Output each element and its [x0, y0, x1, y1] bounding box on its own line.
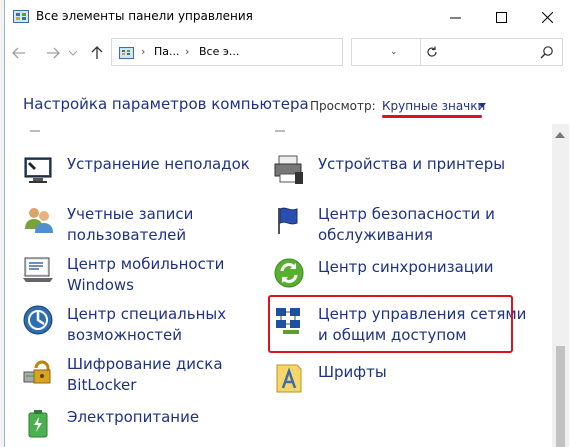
- item-label: Центр специальных возможностей: [67, 305, 227, 344]
- item-label: Электропитание: [67, 408, 200, 426]
- item-label: Шифрование диска BitLocker: [67, 355, 223, 394]
- partial-item-icon: [30, 130, 40, 132]
- scroll-up-icon[interactable]: [555, 132, 565, 138]
- breadcrumb-item[interactable]: Па...: [154, 45, 180, 58]
- dropdown-arrow-icon[interactable]: [478, 103, 486, 108]
- control-panel-app-icon: [13, 10, 29, 23]
- page-title: Настройка параметров компьютера: [23, 95, 309, 113]
- recent-locations-button[interactable]: [67, 43, 79, 63]
- address-bar[interactable]: › Па... › Все э... ⌄: [111, 38, 437, 66]
- item-label: Учетные записи пользователей: [67, 205, 194, 244]
- search-icon: [540, 46, 553, 59]
- user-accounts-icon: [25, 208, 53, 233]
- security-maintenance-icon: [278, 207, 298, 234]
- breadcrumb-separator-icon: ›: [185, 45, 190, 58]
- devices-printers-icon: [274, 155, 303, 184]
- power-options-icon: [28, 410, 48, 438]
- view-label: Просмотр:: [310, 99, 376, 113]
- maximize-icon: [495, 11, 507, 23]
- item-label: Шрифты: [318, 363, 387, 381]
- control-panel-small-icon: [119, 47, 134, 59]
- bitlocker-icon: [23, 360, 51, 384]
- breadcrumb-separator-icon: ›: [141, 45, 146, 58]
- partial-item-icon: [275, 130, 285, 132]
- fonts-icon: [276, 364, 302, 393]
- forward-button[interactable]: [43, 43, 63, 63]
- item-label: Устранение неполадок: [67, 155, 250, 173]
- troubleshooting-icon: [24, 157, 52, 183]
- highlight-box: [268, 295, 513, 353]
- maximize-button[interactable]: [478, 0, 524, 34]
- up-button[interactable]: [87, 43, 107, 63]
- forward-arrow-icon: [47, 47, 60, 59]
- back-button[interactable]: [9, 43, 29, 63]
- mobility-center-icon: [23, 257, 53, 282]
- sync-center-icon: [274, 258, 304, 288]
- minimize-button[interactable]: [432, 0, 478, 34]
- window-title: Все элементы панели управления: [36, 9, 253, 23]
- scrollbar-thumb[interactable]: [556, 346, 565, 447]
- title-bar[interactable]: Все элементы панели управления: [5, 0, 570, 34]
- minimize-icon: [449, 17, 461, 18]
- control-panel-window: Все элементы панели управления › Па... ›…: [4, 0, 570, 447]
- item-label: Устройства и принтеры: [318, 155, 506, 173]
- item-label: Центр безопасности и обслуживания: [318, 205, 495, 244]
- vertical-scrollbar[interactable]: [552, 124, 569, 447]
- back-arrow-icon: [12, 47, 25, 59]
- item-label: Центр синхронизации: [318, 258, 494, 276]
- breadcrumb-item[interactable]: Все э...: [199, 45, 239, 58]
- chevron-down-icon: [69, 50, 77, 56]
- up-arrow-icon: [91, 46, 103, 59]
- search-input[interactable]: [351, 38, 563, 66]
- item-label: Центр мобильности Windows: [67, 255, 225, 294]
- close-button[interactable]: [524, 0, 570, 34]
- highlight-underline: [382, 115, 482, 118]
- close-icon: [541, 11, 553, 23]
- view-mode-dropdown[interactable]: Крупные значки: [382, 99, 485, 113]
- ease-of-access-icon: [23, 305, 53, 335]
- items-panel: Устранение неполадок Учетные записи поль…: [5, 124, 551, 447]
